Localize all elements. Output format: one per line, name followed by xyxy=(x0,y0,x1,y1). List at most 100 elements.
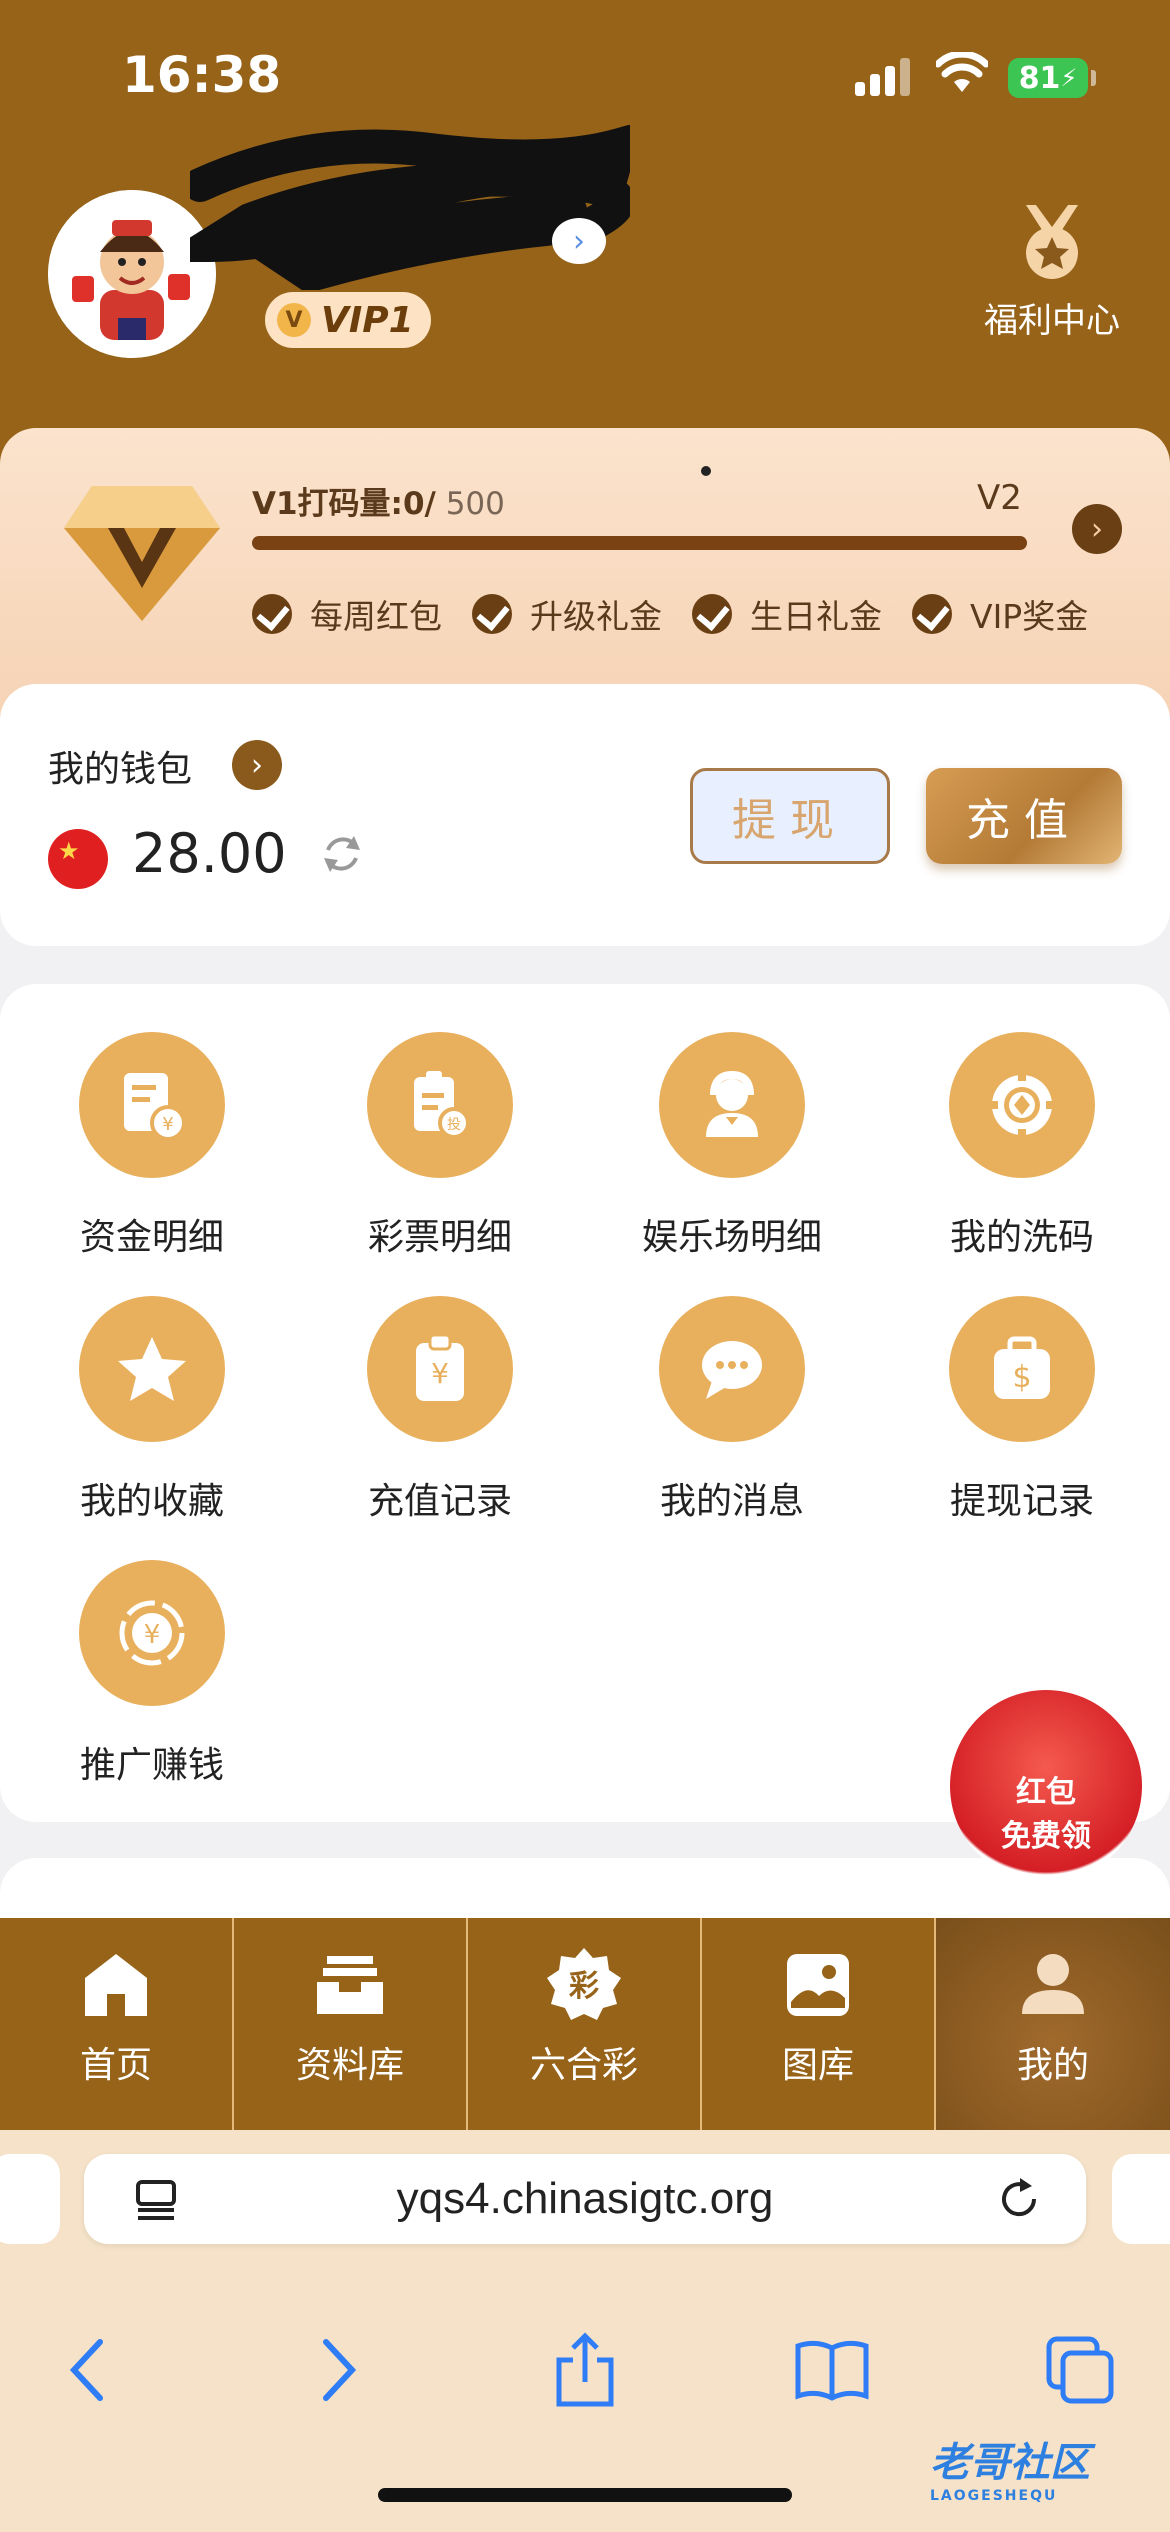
chip-icon xyxy=(949,1032,1095,1178)
menu-label: 我的收藏 xyxy=(79,1481,224,1522)
menu-label: 充值记录 xyxy=(367,1481,512,1522)
menu-label: 推广赚钱 xyxy=(79,1745,224,1786)
wallet-balance: 28.00 xyxy=(132,822,287,885)
svg-text:¥: ¥ xyxy=(162,1114,173,1135)
tab-mine[interactable]: 我的 xyxy=(936,1918,1170,2130)
perk-item: 升级礼金 xyxy=(472,590,662,638)
level-label: V1打码量:0/ xyxy=(252,486,436,522)
function-menu: ¥ 资金明细 投 彩票明细 娱乐场明细 我的洗码 我的收藏 ¥ 充值记录 我的消… xyxy=(0,984,1170,1822)
vip-perks: 每周红包 升级礼金 生日礼金 VIP奖金 xyxy=(252,590,1088,638)
battery-level: 81 xyxy=(1018,60,1061,96)
tab-label: 六合彩 xyxy=(529,2045,638,2086)
tabs-button[interactable] xyxy=(1040,2330,1120,2410)
tabs-icon xyxy=(1046,2336,1114,2404)
gallery-icon xyxy=(779,1946,857,2024)
perk-label: 升级礼金 xyxy=(530,597,662,636)
medal-icon xyxy=(1026,205,1078,279)
check-icon xyxy=(252,594,292,634)
svg-text:¥: ¥ xyxy=(144,1620,161,1650)
browser-nav xyxy=(0,2330,1170,2410)
menu-withdraw-record[interactable]: $ 提现记录 xyxy=(892,1296,1152,1524)
menu-label: 彩票明细 xyxy=(367,1217,512,1258)
share-icon xyxy=(556,2332,614,2407)
welfare-center-button[interactable]: 福利中心 xyxy=(972,205,1132,342)
profile-arrow-icon[interactable]: › xyxy=(552,218,606,264)
home-icon xyxy=(77,1946,155,2024)
signal-icon xyxy=(855,58,911,96)
promote-icon: ¥ xyxy=(79,1560,225,1706)
perk-item: 每周红包 xyxy=(252,590,442,638)
tab-label: 我的 xyxy=(1016,2045,1089,2086)
menu-casino-detail[interactable]: 娱乐场明细 xyxy=(602,1032,862,1260)
red-packet-line2: 免费领 xyxy=(1001,1819,1091,1854)
level-target: 500 xyxy=(435,486,505,522)
inbox-icon xyxy=(311,1946,389,2024)
home-indicator[interactable] xyxy=(378,2488,792,2502)
tab-lottery[interactable]: 彩 六合彩 xyxy=(468,1918,702,2130)
level-progress-bar xyxy=(252,536,1027,550)
fund-detail-icon: ¥ xyxy=(79,1032,225,1178)
watermark-logo: 老哥社区 LAOGESHEQU xyxy=(930,2430,1150,2510)
refresh-icon[interactable] xyxy=(318,830,366,878)
profile-header: 16:38 81 ⚡ ZZ › V VIP1 福利中心 xyxy=(0,0,1170,480)
address-bar[interactable]: yqs4.chinasigtc.org xyxy=(84,2154,1086,2244)
level-progress-label: V1打码量:0/ 500 xyxy=(252,478,505,523)
casino-detail-icon xyxy=(659,1032,805,1178)
watermark-text: 老哥社区 xyxy=(930,2440,1090,2486)
wifi-icon xyxy=(936,52,988,92)
menu-label: 我的洗码 xyxy=(949,1217,1094,1258)
menu-favorites[interactable]: 我的收藏 xyxy=(22,1296,282,1524)
battery-icon: 81 ⚡ xyxy=(1008,58,1088,98)
menu-promote[interactable]: ¥ 推广赚钱 xyxy=(22,1560,282,1788)
china-flag-icon: ★ xyxy=(48,829,108,889)
url-text: yqs4.chinasigtc.org xyxy=(396,2174,774,2223)
vip-arrow-icon[interactable]: › xyxy=(1072,504,1122,554)
tab-label: 图库 xyxy=(781,2045,854,2086)
menu-fund-detail[interactable]: ¥ 资金明细 xyxy=(22,1032,282,1260)
page-dot xyxy=(701,466,711,476)
menu-deposit-record[interactable]: ¥ 充值记录 xyxy=(310,1296,570,1524)
red-packet-line1: 红包 xyxy=(1016,1775,1076,1810)
red-packet-button[interactable]: 红包 免费领 xyxy=(950,1690,1142,1882)
share-button[interactable] xyxy=(545,2330,625,2410)
deposit-button[interactable]: 充值 xyxy=(926,768,1122,864)
perk-item: VIP奖金 xyxy=(912,590,1088,638)
menu-label: 资金明细 xyxy=(79,1217,224,1258)
book-icon xyxy=(795,2340,869,2401)
lottery-icon: 彩 xyxy=(545,1946,623,2024)
bookmarks-button[interactable] xyxy=(792,2330,872,2410)
menu-my-chip[interactable]: 我的洗码 xyxy=(892,1032,1152,1260)
tab-home[interactable]: 首页 xyxy=(0,1918,234,2130)
tab-label: 首页 xyxy=(79,2045,152,2086)
perk-item: 生日礼金 xyxy=(692,590,882,638)
svg-text:投: 投 xyxy=(447,1117,461,1133)
chevron-right-icon xyxy=(323,2339,357,2401)
menu-label: 我的消息 xyxy=(659,1481,804,1522)
svg-text:彩: 彩 xyxy=(569,1969,599,2004)
prev-tab-preview[interactable] xyxy=(0,2154,60,2244)
withdraw-button[interactable]: 提现 xyxy=(690,768,890,864)
vip-level-card: V1打码量:0/ 500 V2 › 每周红包 升级礼金 生日礼金 VIP奖金 xyxy=(0,428,1170,718)
vip-label: VIP1 xyxy=(321,299,414,341)
vip-v-icon: V xyxy=(277,303,311,337)
withdraw-record-icon: $ xyxy=(949,1296,1095,1442)
check-icon xyxy=(912,594,952,634)
vip-badge: V VIP1 xyxy=(265,292,431,348)
wallet-arrow-icon[interactable]: › xyxy=(232,740,282,790)
menu-messages[interactable]: 我的消息 xyxy=(602,1296,862,1524)
wallet-card: 我的钱包 › ★ 28.00 提现 充值 xyxy=(0,684,1170,946)
status-time: 16:38 xyxy=(122,46,282,104)
star-icon xyxy=(79,1296,225,1442)
watermark-sub: LAOGESHEQU xyxy=(930,2488,1058,2504)
forward-button[interactable] xyxy=(298,2330,378,2410)
back-button[interactable] xyxy=(48,2330,128,2410)
lottery-detail-icon: 投 xyxy=(367,1032,513,1178)
tab-database[interactable]: 资料库 xyxy=(234,1918,468,2130)
user-icon xyxy=(1014,1946,1092,2024)
tab-gallery[interactable]: 图库 xyxy=(702,1918,936,2130)
wallet-title[interactable]: 我的钱包 xyxy=(48,740,192,792)
menu-lottery-detail[interactable]: 投 彩票明细 xyxy=(310,1032,570,1260)
chevron-left-icon xyxy=(69,2339,103,2401)
next-tab-preview[interactable] xyxy=(1112,2154,1170,2244)
reload-icon[interactable] xyxy=(994,2174,1044,2224)
